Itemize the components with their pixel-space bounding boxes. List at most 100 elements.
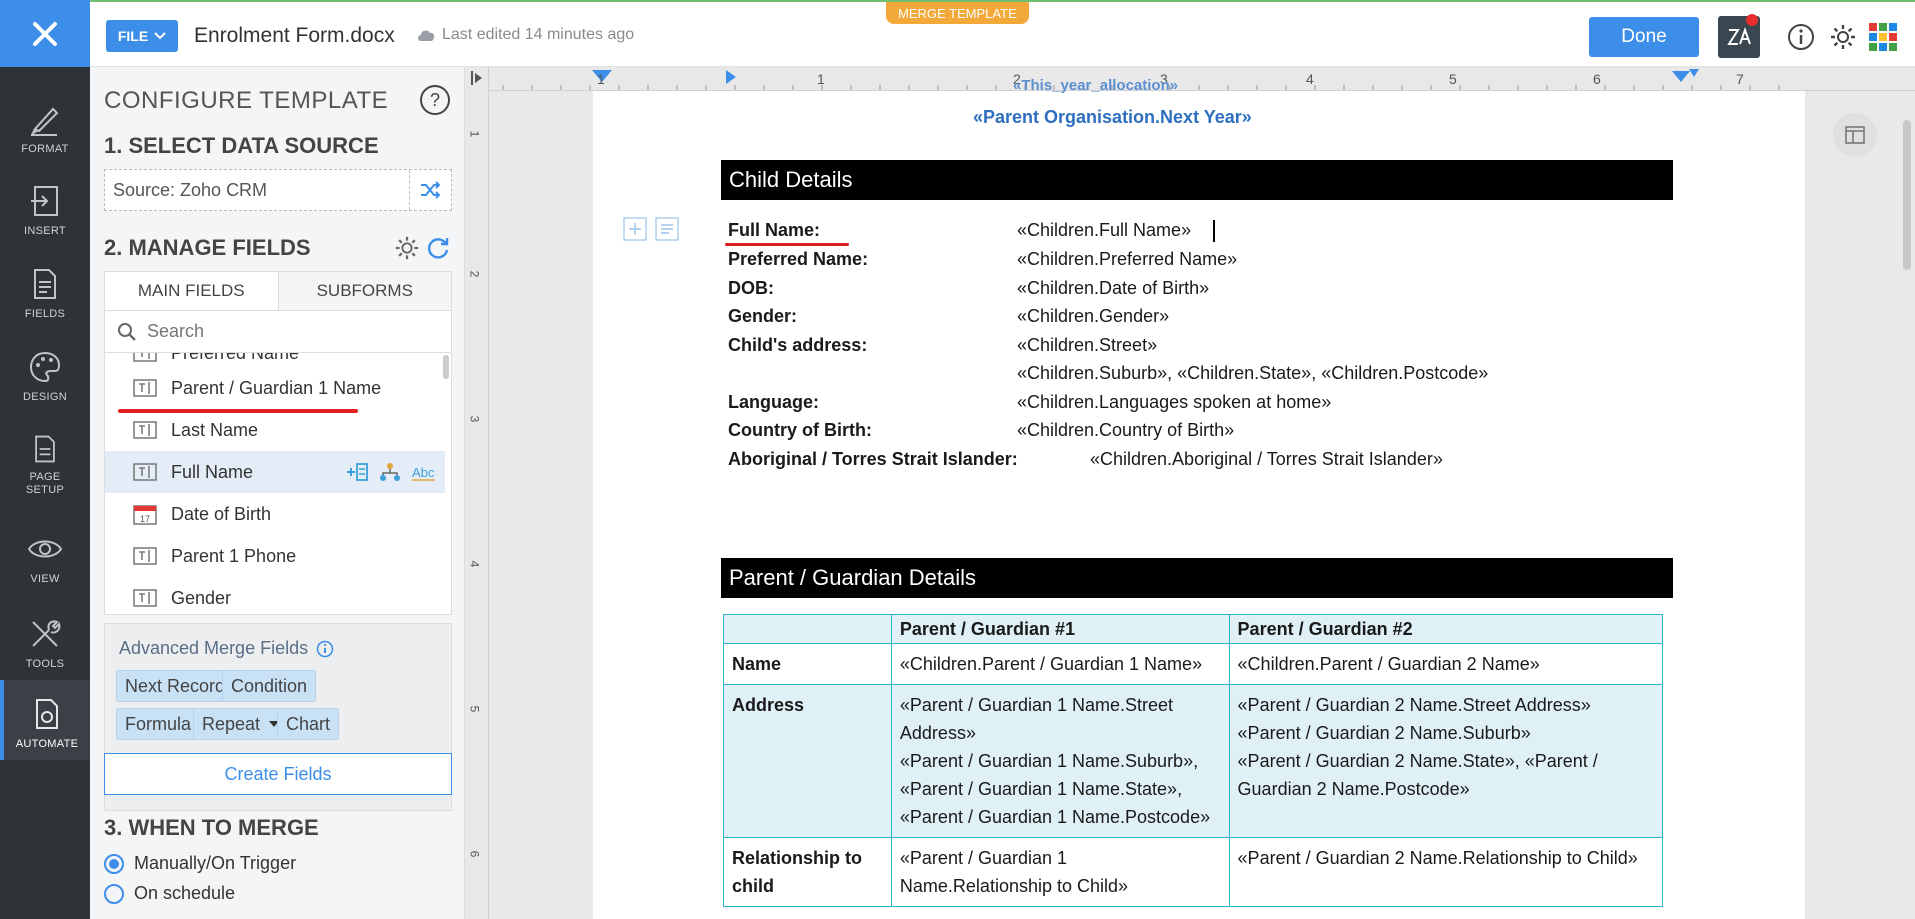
child-value: «Children.Full Name» <box>1017 220 1192 240</box>
chip-next-record[interactable]: Next Record <box>116 670 235 702</box>
chip-repeat[interactable]: Repeat <box>193 708 290 740</box>
table-row: Parent / Guardian #1 Parent / Guardian #… <box>723 614 1664 644</box>
child-value: «Children.Country of Birth» <box>1017 420 1235 440</box>
truncated-field: «This_year_allocation» <box>1013 77 1179 94</box>
chip-condition[interactable]: Condition <box>222 670 317 702</box>
document-canvas: «This_year_allocation» «Parent Organisat… <box>489 77 1915 919</box>
field-search <box>104 311 452 353</box>
insert-field-icon[interactable] <box>345 462 369 482</box>
rail-design[interactable]: DESIGN <box>0 333 90 413</box>
ruler-tick: 1 <box>597 71 605 87</box>
ruler-tick: 1 <box>817 71 825 87</box>
layout-toggle-button[interactable] <box>1833 113 1877 157</box>
gear-icon <box>1831 25 1855 49</box>
table-row: Address «Parent / Guardian 1 Name.Street… <box>723 684 1664 838</box>
radio-manual[interactable]: Manually/On Trigger <box>104 853 296 874</box>
ruler-tick: 6 <box>1593 71 1601 87</box>
field-list-scrollbar[interactable] <box>443 355 449 379</box>
refresh-icon[interactable] <box>425 235 451 261</box>
file-menu-button[interactable]: FILE <box>106 20 178 52</box>
list-item[interactable]: Gender <box>105 577 445 614</box>
chevron-down-icon <box>154 32 166 40</box>
document-page[interactable]: «This_year_allocation» «Parent Organisat… <box>593 77 1805 919</box>
manage-fields-gear-icon[interactable] <box>394 235 420 261</box>
child-label: DOB: <box>728 278 774 298</box>
child-label: Full Name: <box>728 220 821 240</box>
text-field-icon <box>133 353 157 362</box>
layout-icon <box>1845 126 1865 144</box>
text-field-icon <box>133 547 157 565</box>
child-value: «Children.Aboriginal / Torres Strait Isl… <box>1090 449 1443 469</box>
address-line: «Parent / Guardian 2 Name.State», «Paren… <box>1237 751 1598 799</box>
radio-schedule[interactable]: On schedule <box>104 883 235 904</box>
document-title[interactable]: Enrolment Form.docx <box>194 24 395 48</box>
ruler-toggle-icon[interactable] <box>470 70 484 86</box>
horizontal-ruler: 1 1 2 3 4 5 6 7 <box>489 67 1915 91</box>
info-button[interactable] <box>1780 16 1822 58</box>
help-button[interactable]: ? <box>420 85 450 115</box>
child-value: «Children.Date of Birth» <box>1017 278 1210 298</box>
vruler-tick: 5 <box>467 705 482 713</box>
create-fields-button[interactable]: Create Fields <box>104 753 452 795</box>
switch-source-button[interactable] <box>409 170 451 210</box>
palette-icon <box>29 351 61 383</box>
table-cell-label: Name <box>723 643 892 685</box>
list-item[interactable]: Last Name <box>105 409 445 451</box>
add-block-icon[interactable] <box>623 217 647 241</box>
search-input[interactable] <box>147 321 427 342</box>
table-cell: «Children.Parent / Guardian 1 Name» <box>890 643 1230 685</box>
parent-details-heading: Parent / Guardian Details <box>721 558 1673 598</box>
radio-manual-label: Manually/On Trigger <box>134 853 297 873</box>
settings-button[interactable] <box>1822 16 1864 58</box>
rail-view[interactable]: VIEW <box>0 515 90 595</box>
list-item[interactable]: Parent / Guardian 1 Name <box>105 367 445 409</box>
rail-format-label: FORMAT <box>21 143 69 155</box>
svg-text:17: 17 <box>140 514 150 524</box>
done-button[interactable]: Done <box>1589 17 1699 57</box>
rail-fields[interactable]: FIELDS <box>0 250 90 330</box>
chip-formula[interactable]: Formula <box>116 708 201 740</box>
vruler-tick: 2 <box>467 270 482 278</box>
help-icon: ? <box>429 89 440 110</box>
rail-format[interactable]: FORMAT <box>0 85 90 165</box>
table-header-cell: Parent / Guardian #2 <box>1228 614 1664 644</box>
field-list: Preferred Name Parent / Guardian 1 Name … <box>104 353 452 615</box>
ruler-ticks <box>502 69 1780 90</box>
last-edited-status: Last edited 14 minutes ago <box>416 26 634 44</box>
pen-icon <box>30 107 59 136</box>
advanced-title: Advanced Merge Fields <box>119 638 334 659</box>
list-item[interactable]: 17 Date of Birth <box>105 493 445 535</box>
chip-chart[interactable]: Chart <box>277 708 340 740</box>
list-item-selected[interactable]: Full Name Abc <box>105 451 445 493</box>
radio-schedule-label: On schedule <box>134 883 236 903</box>
text-field-icon <box>133 463 157 481</box>
rail-insert[interactable]: INSERT <box>0 167 90 247</box>
data-source-selector[interactable]: Source: Zoho CRM <box>104 169 452 211</box>
info-icon <box>1788 24 1814 50</box>
radio-selected[interactable] <box>104 853 124 874</box>
close-button[interactable] <box>0 0 90 67</box>
svg-text:Abc: Abc <box>412 465 435 480</box>
list-item[interactable]: Parent 1 Phone <box>105 535 445 577</box>
configure-template-panel: CONFIGURE TEMPLATE ? 1. SELECT DATA SOUR… <box>90 67 465 919</box>
vruler-tick: 4 <box>467 560 482 568</box>
review-button[interactable] <box>1718 14 1760 58</box>
document-scrollbar[interactable] <box>1903 120 1911 270</box>
tab-main-fields[interactable]: MAIN FIELDS <box>105 272 279 310</box>
child-value: «Children.Street» <box>1017 335 1158 355</box>
text-format-icon[interactable]: Abc <box>411 462 437 482</box>
rail-automate[interactable]: AUTOMATE <box>0 680 90 760</box>
text-field-icon <box>133 379 157 397</box>
step1-heading: 1. SELECT DATA SOURCE <box>104 133 379 158</box>
radio-unselected[interactable] <box>104 883 124 904</box>
right-indent-marker <box>1672 71 1690 82</box>
paragraph-menu-icon[interactable] <box>655 217 679 241</box>
rail-tools[interactable]: TOOLS <box>0 600 90 680</box>
address-line: «Parent / Guardian 1 Name.Street Address… <box>899 695 1174 743</box>
field-label: Parent 1 Phone <box>171 545 297 566</box>
apps-button[interactable] <box>1862 16 1904 58</box>
rail-page-setup[interactable]: PAGE SETUP <box>0 417 90 497</box>
tab-subforms[interactable]: SUBFORMS <box>279 272 452 310</box>
hierarchy-icon[interactable] <box>379 462 401 482</box>
text-cursor <box>1213 220 1215 242</box>
